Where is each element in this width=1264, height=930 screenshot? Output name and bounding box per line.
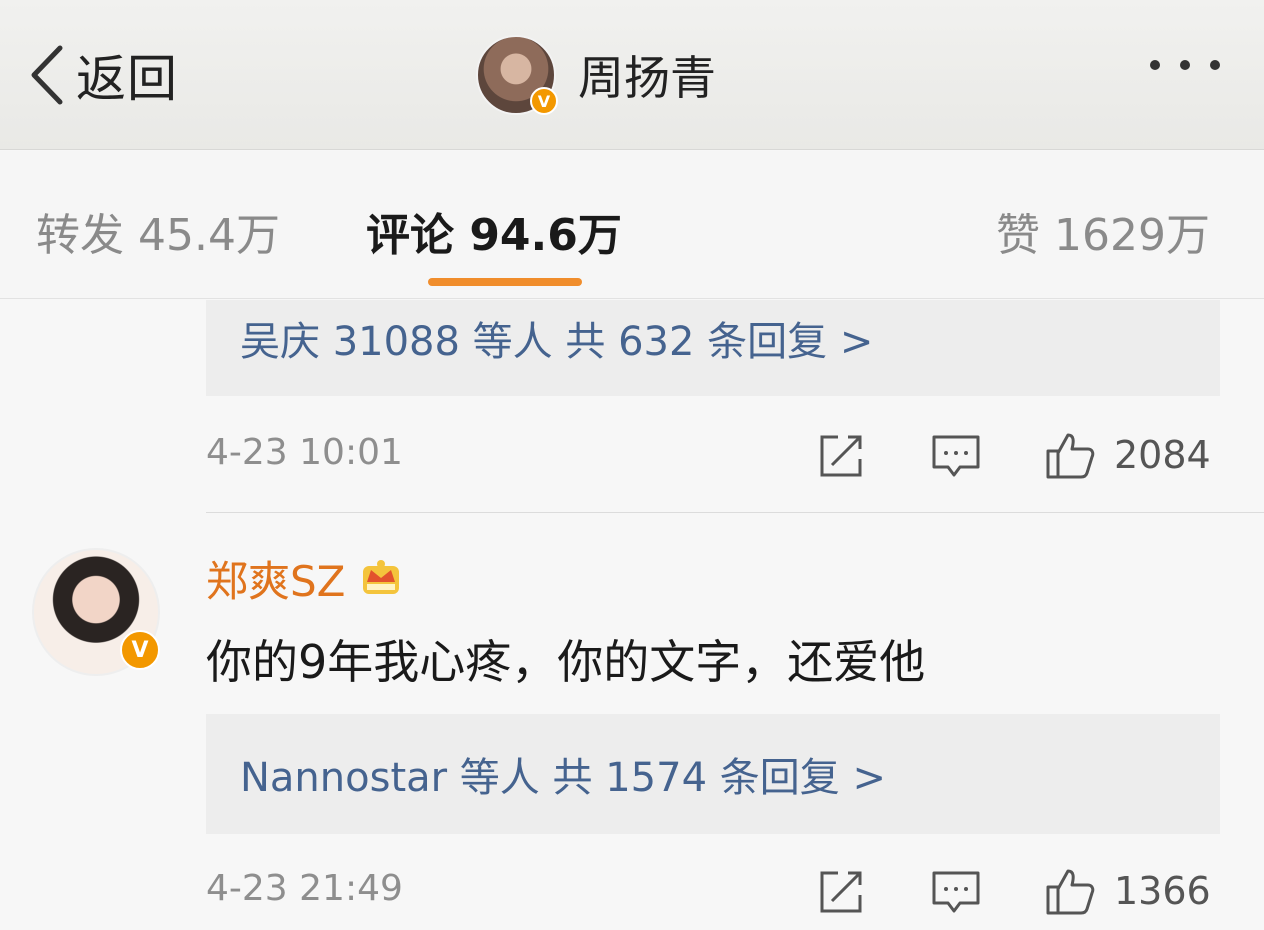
reply-button[interactable] (930, 426, 982, 484)
tab-likes[interactable]: 赞 1629万 (996, 199, 1210, 263)
comment-header: 郑爽SZ (206, 548, 405, 608)
tab-reposts[interactable]: 转发 45.4万 (36, 199, 280, 263)
like-button[interactable]: 2084 (1044, 426, 1211, 484)
like-button[interactable]: 1366 (1044, 862, 1211, 920)
back-button[interactable]: 返回 (26, 42, 178, 108)
chevron-left-icon (31, 45, 63, 105)
profile-title[interactable]: V 周扬青 (476, 34, 716, 116)
verified-badge-icon: V (120, 630, 160, 670)
crown-icon (357, 552, 405, 604)
like-count: 1366 (1114, 869, 1211, 913)
comment-meta: 4-23 10:01 2084 (206, 426, 1220, 486)
comment-icon (932, 871, 980, 913)
share-icon (820, 435, 862, 477)
share-icon (820, 871, 862, 913)
comment-divider (206, 512, 1264, 513)
thumbs-up-icon (1046, 869, 1095, 915)
comment-text: 你的9年我心疼，你的文字，还爱他 (206, 635, 926, 689)
comment-icon (932, 435, 980, 477)
back-label: 返回 (76, 50, 178, 108)
like-count: 2084 (1114, 433, 1211, 477)
tab-comments[interactable]: 评论 94.6万 (366, 199, 622, 263)
more-dot (1210, 60, 1220, 70)
top-nav-bar: 返回 V 周扬青 (0, 0, 1264, 150)
tab-bar: 转发 45.4万 评论 94.6万 赞 1629万 (0, 151, 1264, 299)
avatar[interactable]: V (32, 548, 160, 676)
comment-time: 4-23 10:01 (206, 432, 403, 473)
page-title: 周扬青 (578, 51, 716, 105)
thumbs-up-icon (1046, 433, 1095, 479)
comment-meta: 4-23 21:49 1366 (206, 862, 1220, 922)
comment-username[interactable]: 郑爽SZ (206, 548, 345, 609)
share-button[interactable] (816, 862, 868, 920)
reply-button[interactable] (930, 862, 982, 920)
verified-badge-icon: V (530, 87, 558, 115)
more-icon[interactable] (1150, 60, 1220, 70)
comment-time: 4-23 21:49 (206, 868, 403, 909)
replies-summary[interactable]: Nannostar 等人 共 1574 条回复 > (206, 714, 1220, 834)
more-dot (1180, 60, 1190, 70)
replies-summary[interactable]: 吴庆 31088 等人 共 632 条回复 > (206, 300, 1220, 396)
share-button[interactable] (816, 426, 868, 484)
avatar[interactable]: V (476, 35, 558, 115)
more-dot (1150, 60, 1160, 70)
active-tab-indicator (428, 278, 582, 286)
